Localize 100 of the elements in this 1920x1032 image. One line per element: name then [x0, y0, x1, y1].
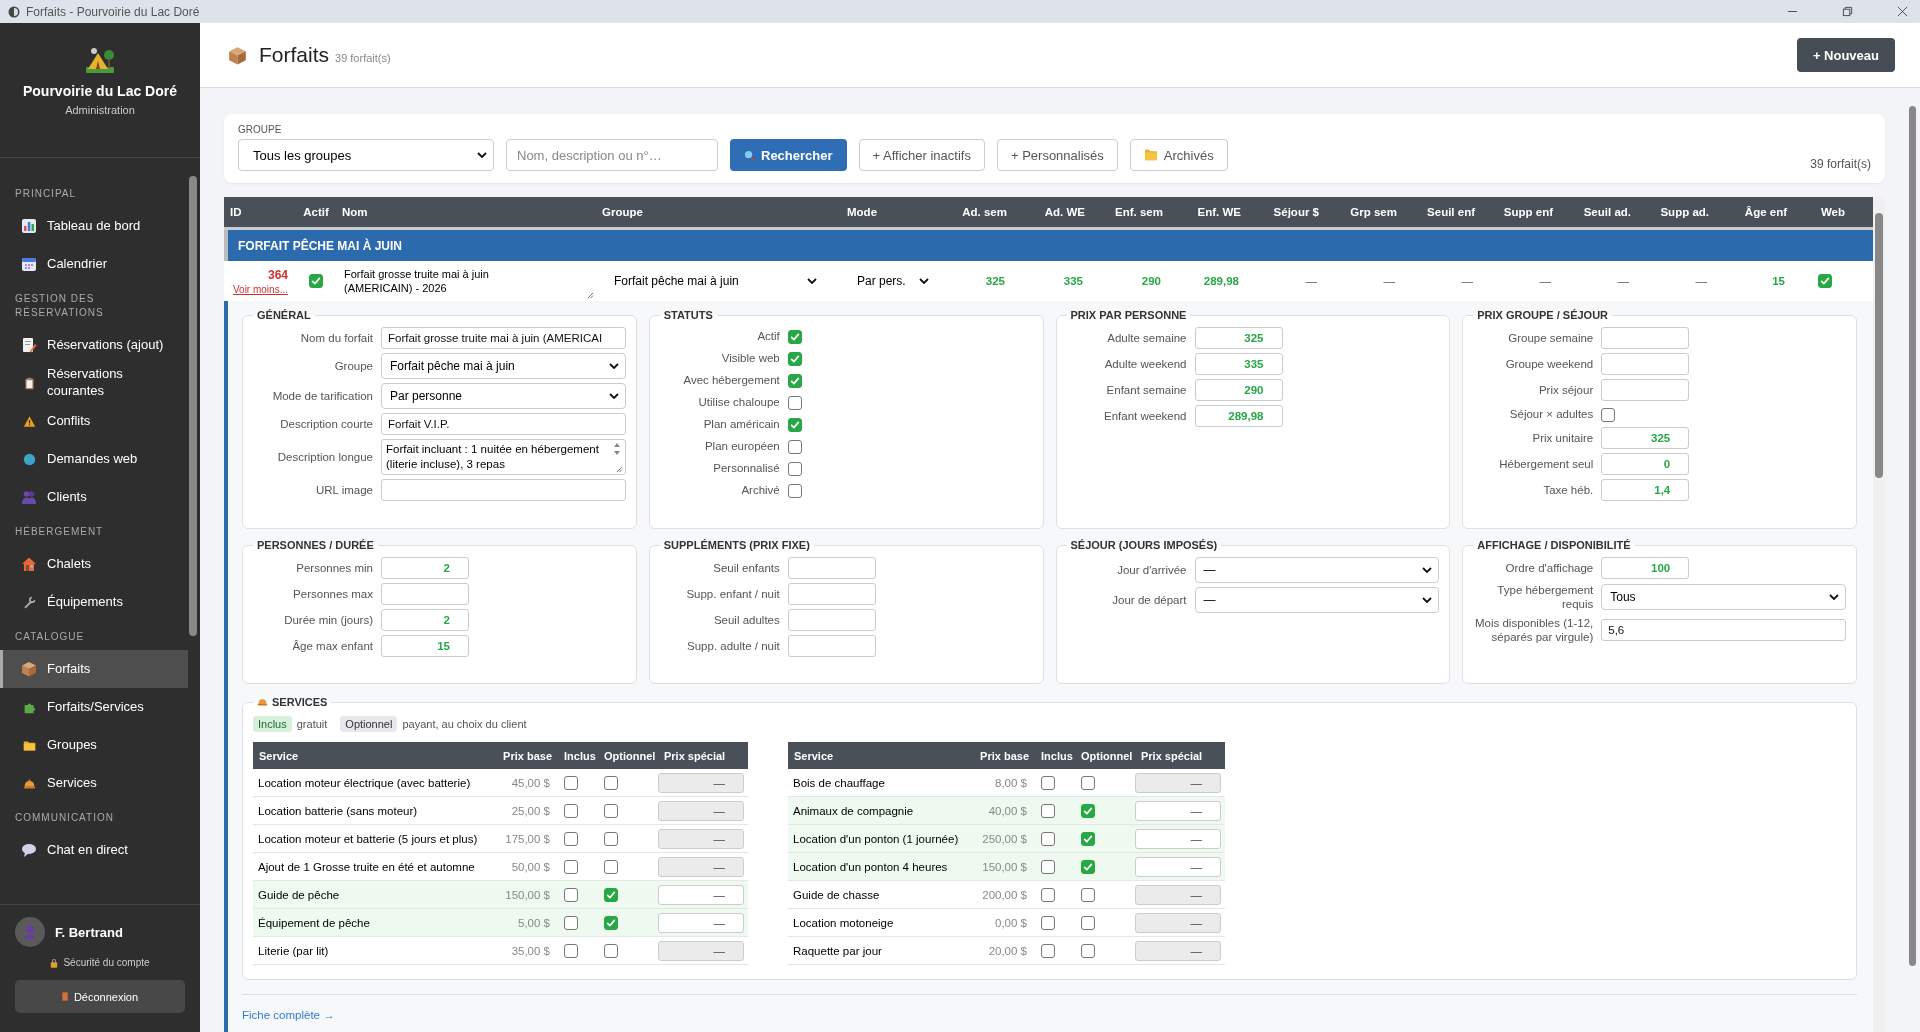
nav-item[interactable]: Clients [0, 478, 188, 516]
special-price-field[interactable]: — [1135, 800, 1221, 821]
group-select[interactable]: Tous les groupes [238, 139, 494, 171]
nav-item[interactable]: Forfaits/Services [0, 688, 188, 726]
nav-item[interactable]: Réservations courantes [0, 364, 188, 402]
section-title: PRIX PAR PERSONNE [1069, 309, 1188, 321]
service-name: Literie (par lit) [257, 944, 330, 957]
text-area[interactable]: Forfait incluant : 1 nuitée en hébergement (literie incluse), 3 repas [381, 439, 626, 475]
select-field[interactable]: — [1194, 587, 1440, 613]
field-label: Archivé [740, 482, 780, 498]
filter-button[interactable]: Archivés [1129, 139, 1228, 171]
table-cell-text: — [1616, 275, 1630, 287]
legend-text: payant, au choix du client [402, 718, 527, 730]
nav-item[interactable]: Groupes [0, 726, 188, 764]
field-label: Taxe héb. [1542, 482, 1594, 498]
section-title: AFFICHAGE / DISPONIBILITÉ [1476, 539, 1632, 551]
logout-button[interactable]: Déconnexion [15, 980, 185, 1013]
special-price-field[interactable]: — [658, 828, 744, 849]
section-title: STATUTS [662, 309, 714, 321]
column-header: ID [229, 206, 243, 218]
search-button[interactable]: Rechercher [730, 139, 847, 171]
group-row[interactable]: FORFAIT PÊCHE MAI À JUIN [224, 230, 1873, 261]
special-price-field[interactable]: — [1135, 856, 1221, 877]
nav-item[interactable]: Réservations (ajout) [0, 326, 188, 364]
price-cell-text: 250,00 $ [981, 832, 1028, 845]
price-cell-text: 200,00 $ [981, 888, 1028, 901]
field-label: Enfant weekend [1103, 408, 1187, 424]
column-header: Groupe [601, 206, 644, 218]
nav-item[interactable]: Forfaits [0, 650, 188, 688]
column-header: Âge enf [1743, 206, 1788, 218]
new-button[interactable]: + Nouveau [1796, 38, 1895, 72]
brand-name: Pourvoirie du Lac Doré [22, 83, 177, 99]
special-price-field[interactable]: — [658, 772, 744, 793]
field-label: Actif [756, 328, 780, 344]
filter-button[interactable]: + Afficher inactifs [858, 139, 985, 171]
column-header: Prix spécial [1140, 749, 1204, 762]
text-field[interactable]: Forfait grosse truite mai à juin (AMERICAI [381, 327, 626, 349]
legend-tag: Inclus [253, 716, 292, 732]
column-header: Grp sem [1349, 206, 1398, 218]
special-price-field[interactable]: — [658, 856, 744, 877]
special-price-field[interactable]: — [1135, 940, 1221, 961]
field-label: Groupe [333, 358, 373, 374]
price-cell-text: 5,00 $ [517, 916, 551, 929]
nav-item[interactable]: Équipements [0, 583, 188, 621]
special-price-field[interactable]: — [1135, 912, 1221, 933]
section-title: GÉNÉRAL [256, 309, 312, 321]
special-price-field[interactable]: — [658, 884, 744, 905]
field-label: Mode de tarification [271, 388, 373, 404]
nav-item[interactable]: Calendrier [0, 245, 188, 283]
special-price-field[interactable]: — [1135, 828, 1221, 849]
nav-item[interactable]: Services [0, 764, 188, 802]
column-header: Enf. sem [1114, 206, 1164, 218]
service-name: Guide de chasse [792, 888, 881, 901]
nav-section-title: GESTION DES RÉSERVATIONS [14, 292, 105, 320]
select-field[interactable]: — [1194, 557, 1440, 583]
account-security-link[interactable]: Sécurité du compte [63, 957, 150, 968]
nav-item[interactable]: Chat en direct [0, 831, 188, 869]
nav-section-title: COMMUNICATION [14, 811, 115, 825]
field-label: Jour d'arrivée [1116, 562, 1187, 578]
service-name: Guide de pêche [257, 888, 341, 901]
field-label: Seuil adultes [712, 612, 780, 628]
service-name: Raquette par jour [792, 944, 883, 957]
table-cell-text: — [1694, 275, 1708, 287]
section-title: SUPPLÉMENTS (PRIX FIXE) [662, 539, 811, 551]
field-label: Durée min (jours) [283, 612, 373, 628]
price-cell-text: 8,00 $ [994, 776, 1028, 789]
filter-button[interactable]: + Personnalisés [996, 139, 1118, 171]
special-price-field[interactable]: — [658, 940, 744, 961]
nav-item[interactable]: Demandes web [0, 440, 188, 478]
name-field[interactable]: Forfait grosse truite mai à juin (AMERICAIN) - 2026 [336, 266, 596, 296]
service-name: Bois de chauffage [792, 776, 886, 789]
special-price-field[interactable]: — [1135, 772, 1221, 793]
field-label: Utilise chaloupe [697, 394, 780, 410]
field-label: Supp. enfant / nuit [685, 586, 780, 602]
field-label: Prix séjour [1537, 382, 1594, 398]
search-field[interactable]: Nom, description ou n°… [506, 139, 718, 171]
full-record-link[interactable]: Fiche complète → [242, 1009, 335, 1021]
field-label: Prix unitaire [1531, 430, 1594, 446]
text-field[interactable]: 5,6 [1601, 619, 1846, 642]
section-title: SÉJOUR (JOURS IMPOSÉS) [1069, 539, 1219, 551]
column-header: Actif [302, 206, 330, 218]
nav-item[interactable]: Conflits [0, 402, 188, 440]
special-price-field[interactable]: — [1135, 884, 1221, 905]
column-header: Prix base [979, 749, 1030, 762]
select-field[interactable]: Tous [1601, 584, 1846, 611]
toggle-link[interactable]: Voir moins... [232, 283, 288, 295]
nav-item[interactable]: Tableau de bord [0, 207, 188, 245]
service-name: Location batterie (sans moteur) [257, 804, 419, 817]
field-label: Visible web [720, 350, 780, 366]
price-cell-text: 20,00 $ [987, 944, 1028, 957]
special-price-field[interactable]: — [658, 912, 744, 933]
text-field[interactable]: Forfait V.I.P. [381, 413, 626, 435]
price-cell-text: 50,00 $ [510, 860, 551, 873]
field-label: Ordre d'affichage [1504, 560, 1594, 576]
select-field[interactable]: Forfait pêche mai à juin [381, 353, 626, 379]
select-field[interactable]: Par personne [381, 383, 626, 409]
field-label: Personnes max [292, 586, 373, 602]
item-count: 39 forfait(s) [335, 52, 391, 64]
special-price-field[interactable]: — [658, 800, 744, 821]
nav-item[interactable]: Chalets [0, 545, 188, 583]
